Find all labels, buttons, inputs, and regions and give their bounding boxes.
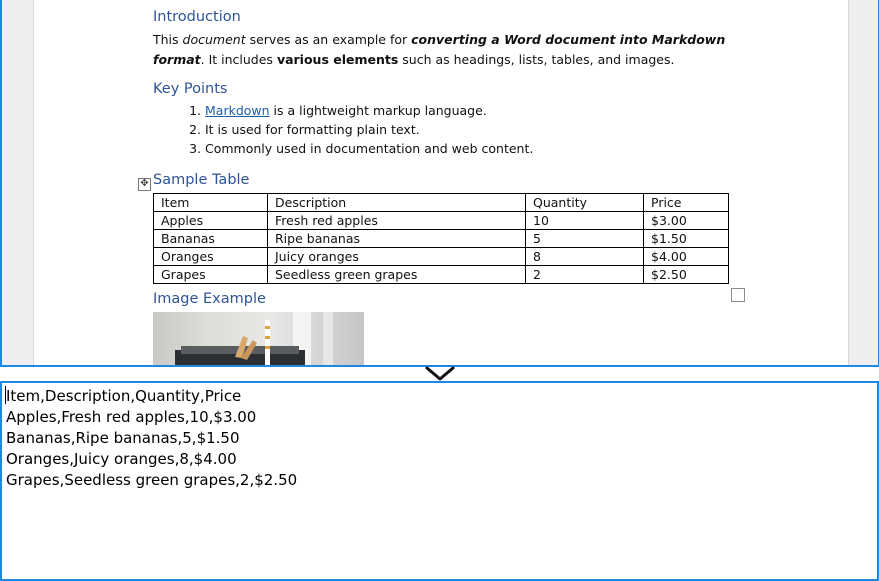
sample-table[interactable]: Item Description Quantity Price Apples Fresh … (153, 193, 729, 284)
table-cell[interactable]: 5 (525, 229, 644, 248)
csv-line: Bananas,Ripe bananas,5,$1.50 (6, 429, 240, 447)
list-item-text: is a lightweight markup language. (269, 103, 487, 118)
table-resize-handle[interactable] (731, 288, 745, 302)
heading-sample-table: Sample Table (153, 172, 250, 188)
csv-output-textarea[interactable]: Item,Description,Quantity,Price Apples,Fr… (0, 381, 879, 581)
intro-text-segment: . It includes (200, 52, 277, 67)
intro-text-segment: This (153, 32, 183, 47)
document-page[interactable]: Introduction This document serves as an … (33, 0, 849, 365)
table-header-cell[interactable]: Quantity (525, 193, 644, 212)
csv-line: Item,Description,Quantity,Price (6, 387, 242, 405)
intro-paragraph: This document serves as an example for c… (153, 30, 743, 70)
csv-line: Grapes,Seedless green grapes,2,$2.50 (6, 471, 298, 489)
example-image[interactable] (153, 312, 364, 365)
key-points-list: 1. Markdown is a lightweight markup langu… (153, 101, 533, 158)
table-row: Grapes Seedless green grapes 2 $2.50 (153, 265, 729, 284)
markdown-link[interactable]: Markdown (205, 103, 270, 118)
table-header-row: Item Description Quantity Price (153, 193, 729, 212)
table-row: Apples Fresh red apples 10 $3.00 (153, 211, 729, 230)
table-row: Oranges Juicy oranges 8 $4.00 (153, 247, 729, 266)
intro-text-segment: various elements (276, 52, 399, 67)
table-cell[interactable]: $1.50 (643, 229, 729, 248)
heading-key-points: Key Points (153, 81, 228, 97)
table-row: Bananas Ripe bananas 5 $1.50 (153, 229, 729, 248)
csv-line: Oranges,Juicy oranges,8,$4.00 (6, 450, 237, 468)
table-cell[interactable]: Oranges (153, 247, 268, 266)
heading-image-example: Image Example (153, 291, 266, 307)
table-cell[interactable]: Apples (153, 211, 268, 230)
table-header-cell[interactable]: Price (643, 193, 729, 212)
table-cell[interactable]: Grapes (153, 265, 268, 284)
list-number: 2. (189, 122, 201, 137)
table-header-cell[interactable]: Item (153, 193, 268, 212)
intro-text-segment: serves as an example for (245, 32, 412, 47)
document-preview-panel[interactable]: Introduction This document serves as an … (0, 0, 879, 367)
move-arrows-icon[interactable]: ✥ (138, 178, 151, 191)
heading-introduction: Introduction (153, 9, 241, 25)
table-cell[interactable]: Fresh red apples (267, 211, 526, 230)
text-caret (5, 386, 6, 404)
table-cell[interactable]: 8 (525, 247, 644, 266)
list-item: 2. It is used for formatting plain text. (153, 120, 533, 139)
table-cell[interactable]: Seedless green grapes (267, 265, 526, 284)
table-cell[interactable]: Ripe bananas (267, 229, 526, 248)
table-cell[interactable]: $2.50 (643, 265, 729, 284)
intro-text-segment: such as headings, lists, tables, and ima… (398, 52, 675, 67)
csv-line: Apples,Fresh red apples,10,$3.00 (6, 408, 257, 426)
table-cell[interactable]: Bananas (153, 229, 268, 248)
csv-text-lines: Item,Description,Quantity,Price Apples,Fr… (6, 386, 297, 491)
list-item: 1. Markdown is a lightweight markup langu… (153, 101, 533, 120)
table-cell[interactable]: $4.00 (643, 247, 729, 266)
table-cell[interactable]: $3.00 (643, 211, 729, 230)
list-number: 3. (189, 141, 201, 156)
intro-text-segment: document (182, 32, 246, 47)
list-number: 1. (189, 103, 201, 118)
table-header-cell[interactable]: Description (267, 193, 526, 212)
table-cell[interactable]: 2 (525, 265, 644, 284)
list-item-text: It is used for formatting plain text. (205, 122, 420, 137)
table-cell[interactable]: 10 (525, 211, 644, 230)
list-item-text: Commonly used in documentation and web c… (205, 141, 534, 156)
table-cell[interactable]: Juicy oranges (267, 247, 526, 266)
list-item: 3. Commonly used in documentation and web… (153, 139, 533, 158)
chevron-down-icon[interactable] (425, 365, 455, 382)
